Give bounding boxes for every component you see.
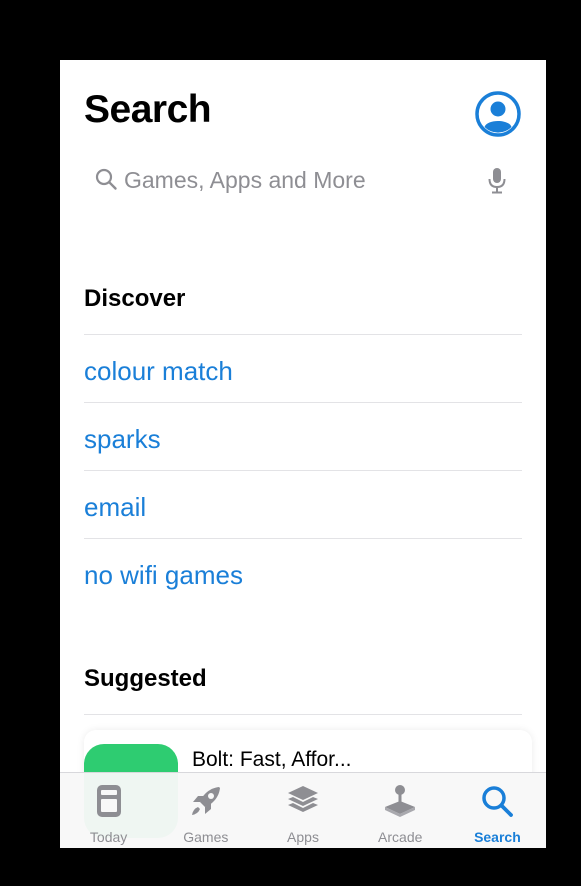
tab-label: Arcade	[378, 829, 423, 845]
app-title: Bolt: Fast, Affor...	[192, 748, 352, 771]
tab-label: Search	[474, 829, 521, 845]
suggested-heading: Suggested	[84, 665, 207, 692]
search-icon	[482, 786, 514, 817]
search-bar	[84, 163, 522, 197]
stack-icon	[288, 786, 318, 812]
app-store-screen: Search Discover colour match sparks emai…	[60, 60, 546, 848]
tab-bar: Today Games Apps Arcade Search	[60, 772, 546, 848]
rocket-icon	[191, 787, 220, 815]
account-icon[interactable]	[474, 90, 522, 138]
discover-heading: Discover	[84, 285, 186, 312]
page-title: Search	[84, 88, 212, 131]
divider	[84, 538, 522, 539]
search-icon	[95, 168, 117, 190]
today-icon	[96, 785, 121, 817]
discover-item-colour-match[interactable]: colour match	[84, 351, 522, 391]
discover-item-email[interactable]: email	[84, 487, 522, 527]
divider	[84, 334, 522, 335]
search-input[interactable]	[124, 163, 474, 197]
tab-label: Apps	[287, 829, 319, 845]
divider	[84, 714, 522, 715]
discover-item-sparks[interactable]: sparks	[84, 419, 522, 459]
tab-games[interactable]: Games	[157, 773, 254, 848]
tab-label: Games	[183, 829, 229, 845]
tab-label: Today	[89, 829, 128, 845]
divider	[84, 470, 522, 471]
tab-apps[interactable]: Apps	[254, 773, 351, 848]
joystick-icon	[385, 785, 416, 817]
discover-item-no-wifi-games[interactable]: no wifi games	[84, 555, 522, 595]
divider	[84, 402, 522, 403]
tab-search[interactable]: Search	[449, 773, 546, 848]
tab-arcade[interactable]: Arcade	[352, 773, 449, 848]
microphone-icon[interactable]	[486, 167, 508, 195]
tab-today[interactable]: Today	[60, 773, 157, 848]
